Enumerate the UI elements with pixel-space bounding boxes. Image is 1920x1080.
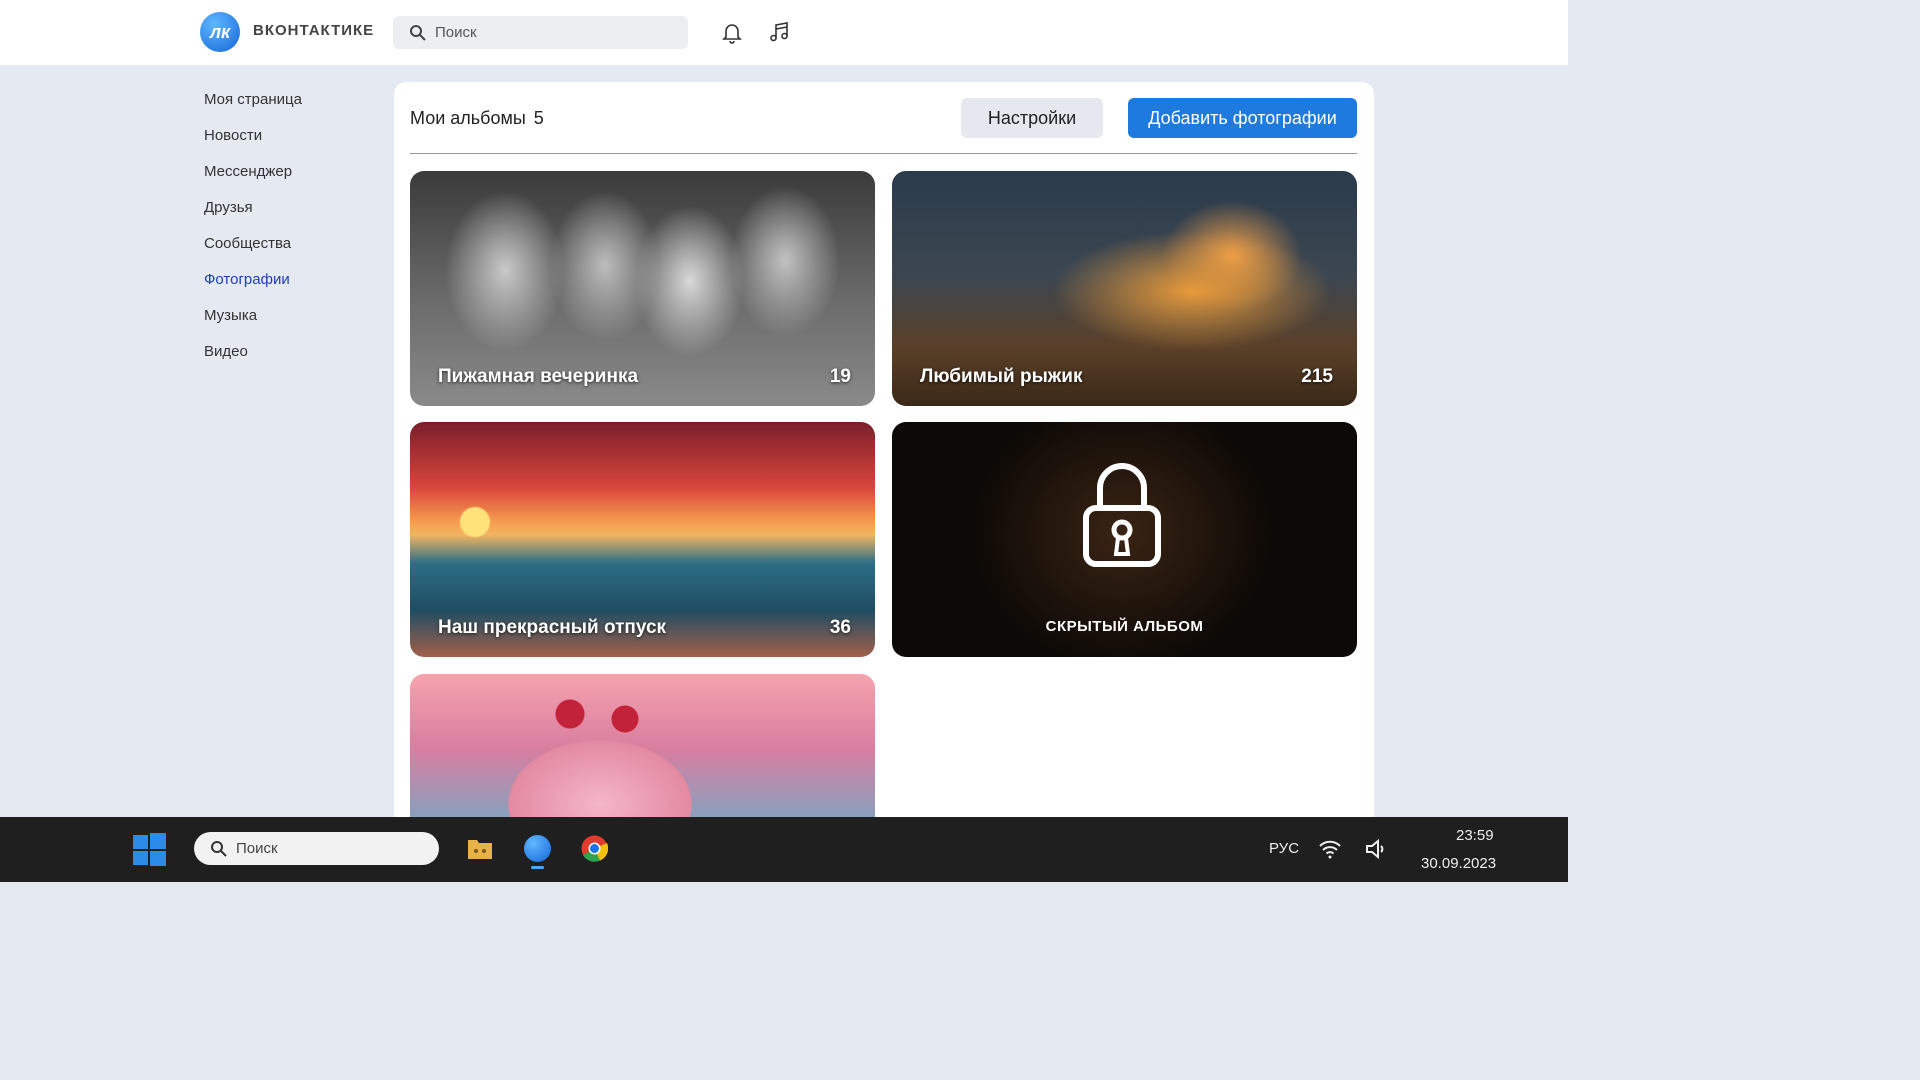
taskbar-search-input[interactable]: Поиск	[194, 832, 439, 865]
add-photos-button[interactable]: Добавить фотографии	[1128, 98, 1357, 138]
logo[interactable]: лк	[200, 12, 240, 52]
language-indicator[interactable]: РУС	[1269, 840, 1299, 857]
divider	[410, 153, 1357, 154]
sidebar: Моя страница Новости Мессенджер Друзья С…	[204, 88, 302, 376]
vk-app-icon[interactable]	[524, 835, 551, 862]
chrome-icon[interactable]	[581, 835, 608, 862]
taskbar-search-placeholder: Поиск	[236, 840, 278, 857]
logo-text: лк	[209, 22, 231, 42]
volume-icon[interactable]	[1365, 838, 1389, 860]
clock-time[interactable]: 23:59	[1456, 827, 1494, 844]
sidebar-item-music[interactable]: Музыка	[204, 304, 302, 340]
settings-button[interactable]: Настройки	[961, 98, 1103, 138]
album-photo-count: 36	[829, 617, 851, 638]
sidebar-item-messenger[interactable]: Мессенджер	[204, 160, 302, 196]
bell-icon[interactable]	[720, 20, 744, 44]
lock-icon	[1083, 463, 1161, 567]
folder-icon[interactable]	[467, 836, 493, 860]
albums-panel: Мои альбомы 5 Настройки Добавить фотограф…	[394, 82, 1374, 842]
album-card-hidden[interactable]: СКРЫТЫЙ АЛЬБОМ	[892, 422, 1357, 657]
album-name: Любимый рыжик	[920, 366, 1083, 387]
album-card-vacation[interactable]: Наш прекрасный отпуск 36	[410, 422, 875, 657]
sidebar-item-photos[interactable]: Фотографии	[204, 268, 302, 304]
album-card-pajama-party[interactable]: Пижамная вечеринка 19	[410, 171, 875, 406]
wifi-icon[interactable]	[1318, 839, 1342, 859]
albums-title: Мои альбомы	[410, 108, 526, 128]
album-card-favorite-ginger[interactable]: Любимый рыжик 215	[892, 171, 1357, 406]
album-photo-count: 215	[1301, 366, 1333, 387]
music-icon[interactable]	[767, 20, 791, 44]
sidebar-item-video[interactable]: Видео	[204, 340, 302, 376]
brand-name[interactable]: ВКОНТАКТИКЕ	[253, 22, 374, 39]
sidebar-item-friends[interactable]: Друзья	[204, 196, 302, 232]
album-photo-count: 19	[829, 366, 851, 387]
active-app-indicator	[531, 866, 544, 869]
search-icon	[410, 25, 426, 41]
albums-header: Мои альбомы 5	[410, 108, 544, 129]
albums-count: 5	[533, 108, 544, 128]
sidebar-item-my-page[interactable]: Моя страница	[204, 88, 302, 124]
sidebar-item-communities[interactable]: Сообщества	[204, 232, 302, 268]
sidebar-item-news[interactable]: Новости	[204, 124, 302, 160]
album-name: Наш прекрасный отпуск	[438, 617, 667, 638]
hidden-album-label: СКРЫТЫЙ АЛЬБОМ	[1045, 618, 1204, 635]
search-input[interactable]: Поиск	[393, 16, 688, 49]
album-card-cake[interactable]	[410, 674, 875, 824]
windows-start-icon[interactable]	[133, 833, 166, 866]
taskbar: Поиск РУС 23:59 30.09.2023	[0, 817, 1568, 882]
search-icon	[211, 841, 227, 857]
clock-date[interactable]: 30.09.2023	[1421, 855, 1496, 872]
search-placeholder: Поиск	[435, 24, 477, 41]
album-name: Пижамная вечеринка	[438, 366, 639, 387]
top-bar: лк ВКОНТАКТИКЕ Поиск	[0, 0, 1568, 65]
